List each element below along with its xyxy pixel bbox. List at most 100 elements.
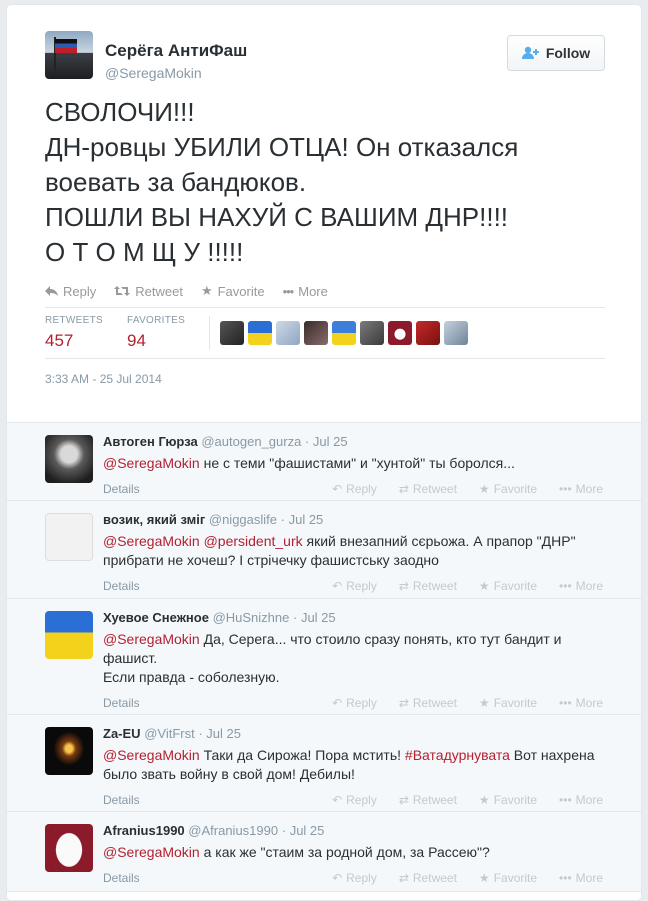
reply-item[interactable]: Автоген Гюрза @autogen_gurza · Jul 25 @S… (7, 423, 641, 501)
reply-item[interactable]: Хуевое Снежное @HuSnizhne · Jul 25 @Sere… (7, 599, 641, 715)
reply-icon (45, 286, 58, 296)
retweet-button[interactable]: ⇄ Retweet (399, 579, 457, 593)
tweet-line: ПОШЛИ ВЫ НАХУЙ С ВАШИМ ДНР!!!! (45, 202, 509, 232)
reply-button[interactable]: ↶ Reply (332, 696, 377, 710)
follow-label: Follow (545, 45, 591, 61)
more-button[interactable]: ••• More (559, 579, 603, 593)
author-handle[interactable]: @SeregaMokin (105, 65, 247, 81)
more-icon: ••• (282, 283, 295, 299)
retweet-button[interactable]: ⇄ Retweet (399, 793, 457, 807)
tweet-card: Серёга АнтиФаш @SeregaMokin Follow СВОЛО… (6, 4, 642, 901)
mention-link[interactable]: @SeregaMokin (103, 455, 200, 471)
tweet-line: воевать за бандюков. (45, 167, 307, 197)
more-icon: ••• (559, 696, 572, 710)
reply-handle[interactable]: @autogen_gurza (201, 434, 301, 449)
tweet-timestamp[interactable]: 3:33 AM - 25 Jul 2014 (45, 372, 162, 386)
reply-date[interactable]: Jul 25 (206, 726, 241, 741)
details-link[interactable]: Details (103, 793, 140, 807)
reply-date[interactable]: Jul 25 (289, 512, 324, 527)
reply-date[interactable]: Jul 25 (301, 610, 336, 625)
reply-author-name[interactable]: Автоген Гюрза (103, 434, 198, 449)
reply-item[interactable]: Za-EU @VitFrst · Jul 25 @SeregaMokin Так… (7, 715, 641, 812)
retweets-stat[interactable]: RETWEETS 457 (45, 315, 127, 351)
reply-button[interactable]: ↶ Reply (332, 482, 377, 496)
retweet-icon (114, 286, 131, 296)
mention-link[interactable]: @SeregaMokin (103, 844, 200, 860)
details-link[interactable]: Details (103, 871, 140, 885)
reply-handle[interactable]: @niggaslife (209, 512, 277, 527)
more-icon: ••• (559, 482, 572, 496)
favorite-button[interactable]: ★ Favorite (479, 696, 537, 710)
reply-button[interactable]: ↶ Reply (332, 871, 377, 885)
avatar[interactable] (45, 727, 93, 775)
more-button[interactable]: ••• More (559, 871, 603, 885)
reply-item[interactable]: возик, який зміг @niggaslife · Jul 25 @S… (7, 501, 641, 599)
avatar[interactable] (360, 321, 384, 345)
avatar[interactable] (276, 321, 300, 345)
favorite-button[interactable]: ★ Favorite (479, 579, 537, 593)
reply-button[interactable]: Reply (45, 283, 96, 299)
avatar[interactable] (45, 435, 93, 483)
more-button[interactable]: ••• More (559, 482, 603, 496)
avatar[interactable] (45, 824, 93, 872)
tweet-line: СВОЛОЧИ!!! (45, 97, 195, 127)
main-tweet: Серёга АнтиФаш @SeregaMokin Follow СВОЛО… (7, 5, 641, 422)
reply-item[interactable]: Afranius1990 @Afranius1990 · Jul 25 @Ser… (7, 812, 641, 892)
reply-icon: ↶ (332, 696, 343, 710)
reply-author-name[interactable]: Za-EU (103, 726, 141, 741)
reply-handle[interactable]: @VitFrst (144, 726, 195, 741)
avatar[interactable] (248, 321, 272, 345)
favorited-by-avatars (220, 321, 468, 345)
reply-author-name[interactable]: Afranius1990 (103, 823, 185, 838)
mention-link[interactable]: @SeregaMokin (103, 631, 200, 647)
avatar[interactable] (304, 321, 328, 345)
avatar[interactable] (332, 321, 356, 345)
avatar[interactable] (388, 321, 412, 345)
favorite-button[interactable]: ★ Favorite (479, 793, 537, 807)
avatar[interactable] (45, 513, 93, 561)
favorite-button[interactable]: ★ Favorite (479, 871, 537, 885)
star-icon: ★ (478, 696, 490, 710)
mention-link[interactable]: @SeregaMokin @persident_urk (103, 533, 303, 549)
avatar[interactable] (220, 321, 244, 345)
divider (209, 316, 210, 350)
retweet-button[interactable]: ⇄ Retweet (399, 482, 457, 496)
hashtag-link[interactable]: #Ватадурнувата (405, 747, 510, 763)
avatar[interactable] (45, 611, 93, 659)
retweet-button[interactable]: Retweet (114, 283, 183, 299)
author-avatar[interactable] (45, 31, 93, 79)
reply-icon: ↶ (332, 871, 343, 885)
avatar[interactable] (444, 321, 468, 345)
mention-link[interactable]: @SeregaMokin (103, 747, 200, 763)
more-icon: ••• (559, 871, 572, 885)
reply-author-name[interactable]: возик, який зміг (103, 512, 205, 527)
star-icon: ★ (478, 482, 490, 496)
details-link[interactable]: Details (103, 696, 140, 710)
more-button[interactable]: ••• More (283, 283, 328, 299)
favorite-button[interactable]: ★ Favorite (479, 482, 537, 496)
details-link[interactable]: Details (103, 579, 140, 593)
author-name[interactable]: Серёга АнтиФаш (105, 41, 247, 61)
reply-text: @SeregaMokin Таки да Сирожа! Пора мстить… (103, 747, 595, 782)
favorite-button[interactable]: ★ Favorite (201, 283, 265, 299)
reply-date[interactable]: Jul 25 (313, 434, 348, 449)
reply-button[interactable]: ↶ Reply (332, 793, 377, 807)
reply-handle[interactable]: @HuSnizhne (213, 610, 290, 625)
author-info: Серёга АнтиФаш @SeregaMokin (105, 41, 247, 81)
favorites-stat[interactable]: FAVORITES 94 (127, 315, 209, 351)
reply-handle[interactable]: @Afranius1990 (188, 823, 278, 838)
more-button[interactable]: ••• More (559, 696, 603, 710)
retweet-button[interactable]: ⇄ Retweet (399, 696, 457, 710)
reply-button[interactable]: ↶ Reply (332, 579, 377, 593)
avatar[interactable] (416, 321, 440, 345)
reply-date[interactable]: Jul 25 (290, 823, 325, 838)
reply-icon: ↶ (332, 793, 343, 807)
retweet-button[interactable]: ⇄ Retweet (399, 871, 457, 885)
reply-author-name[interactable]: Хуевое Снежное (103, 610, 209, 625)
retweet-icon: ⇄ (398, 696, 409, 710)
details-link[interactable]: Details (103, 482, 140, 496)
follow-button[interactable]: Follow (507, 35, 605, 71)
more-icon: ••• (559, 579, 572, 593)
tweet-text: СВОЛОЧИ!!! ДН-ровцы УБИЛИ ОТЦА! Он отказ… (45, 95, 605, 270)
more-button[interactable]: ••• More (559, 793, 603, 807)
